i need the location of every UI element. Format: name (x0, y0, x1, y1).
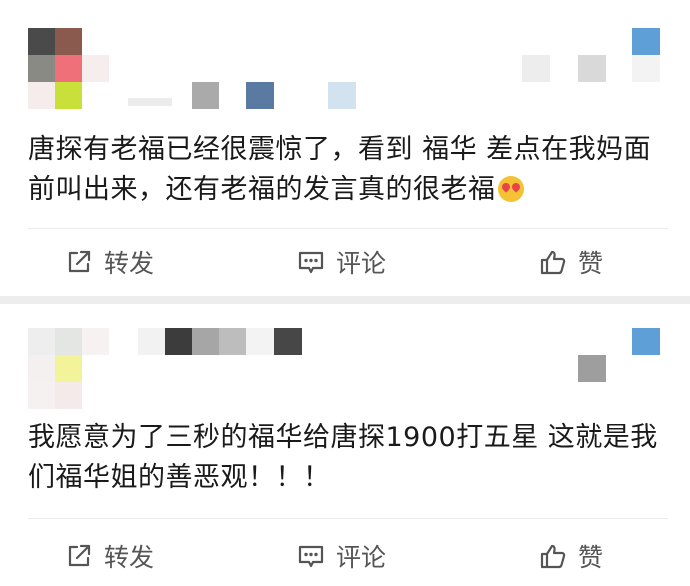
repost-button[interactable]: 转发 (64, 534, 154, 578)
repost-label: 转发 (104, 543, 155, 572)
comment-label: 评论 (336, 249, 387, 278)
comment-text: 唐探有老福已经很震惊了，看到 福华 差点在我妈面前叫出来，还有老福的发言真的很老… (28, 134, 652, 205)
thumbs-up-icon (540, 544, 566, 569)
like-label: 赞 (578, 249, 604, 278)
repost-button[interactable]: 转发 (64, 240, 154, 284)
share-icon (68, 544, 91, 567)
comment-card: 我愿意为了三秒的福华给唐探1900打五星 这就是我们福华姐的善恶观！！！ 转发 … (0, 304, 690, 586)
share-icon (68, 250, 91, 273)
action-bar: 转发 评论 赞 (0, 534, 690, 578)
comment-icon (298, 251, 324, 274)
like-button[interactable]: 赞 (538, 534, 603, 578)
comment-text: 我愿意为了三秒的福华给唐探1900打五星 这就是我们福华姐的善恶观！！！ (28, 422, 658, 493)
thumbs-up-icon (540, 250, 566, 275)
like-button[interactable]: 赞 (538, 240, 603, 284)
like-label: 赞 (578, 543, 604, 572)
comment-button[interactable]: 评论 (296, 534, 386, 578)
comment-label: 评论 (336, 543, 387, 572)
divider (28, 518, 668, 519)
heart-eyes-emoji-icon (497, 176, 524, 202)
comment-card: 唐探有老福已经很震惊了，看到 福华 差点在我妈面前叫出来，还有老福的发言真的很老… (0, 0, 690, 296)
divider (28, 228, 668, 229)
comment-icon (298, 545, 324, 568)
repost-label: 转发 (104, 249, 155, 278)
action-bar: 转发 评论 赞 (0, 240, 690, 284)
comment-button[interactable]: 评论 (296, 240, 386, 284)
